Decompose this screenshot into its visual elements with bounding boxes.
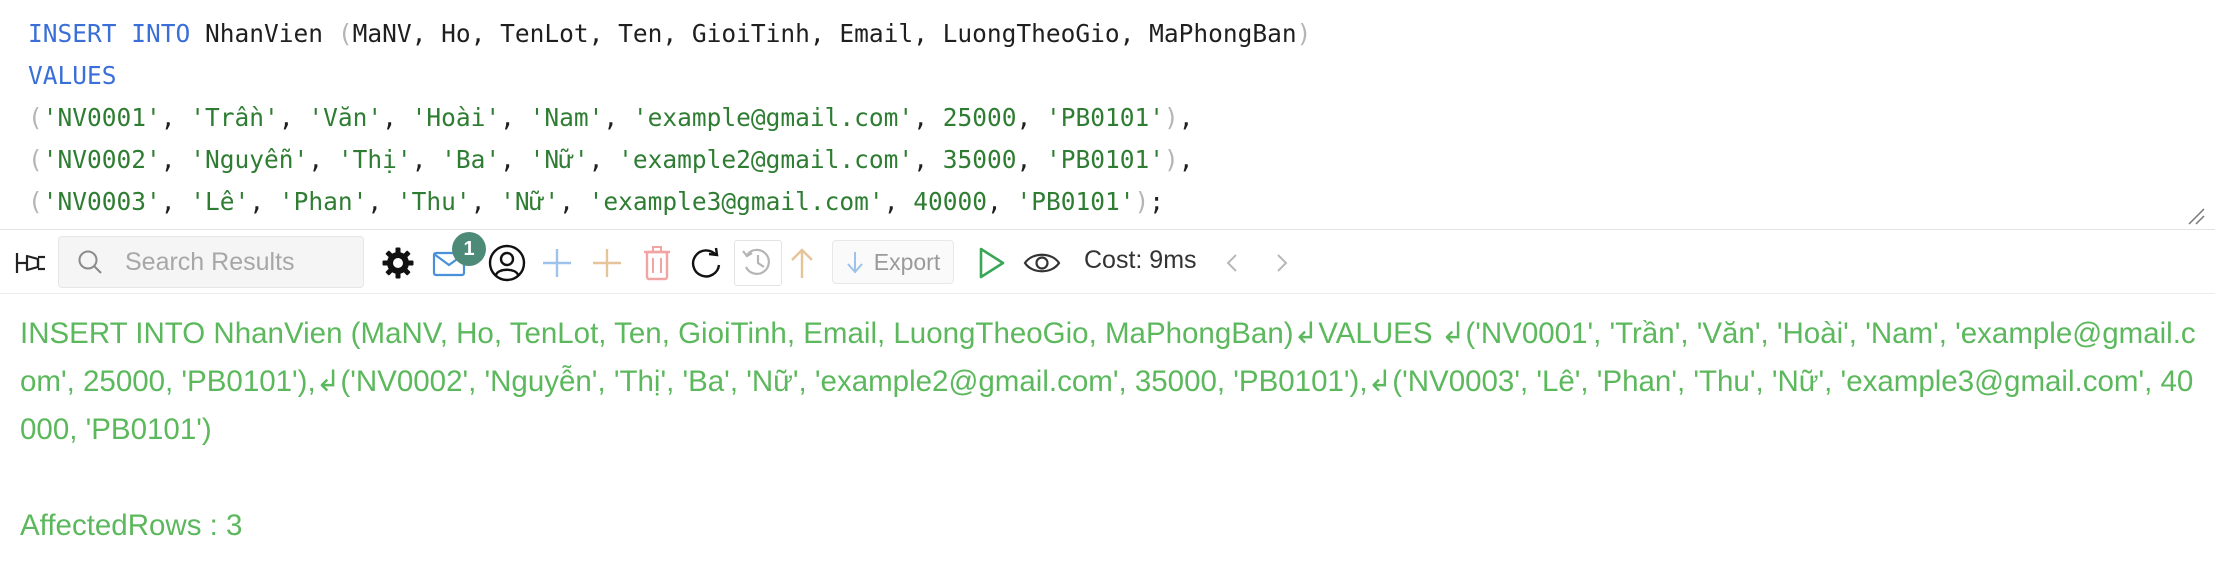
- pin-icon[interactable]: [14, 248, 48, 278]
- sep: ,: [986, 187, 1017, 216]
- keyword-insert-into: INSERT INTO: [28, 19, 191, 48]
- paren-open: (: [337, 19, 353, 48]
- code-line-row-1: ('NV0001', 'Trần', 'Văn', 'Hoài', 'Nam',…: [28, 98, 2215, 140]
- export-button[interactable]: Export: [832, 240, 954, 284]
- value-manv: 'NV0002': [42, 145, 161, 174]
- value-maphongban: 'PB0101': [1045, 103, 1164, 132]
- value-ho: 'Lê': [190, 187, 250, 216]
- value-email: 'example@gmail.com': [632, 103, 914, 132]
- sep: ,: [1016, 145, 1046, 174]
- row-end: ;: [1149, 187, 1165, 216]
- export-label: Export: [873, 248, 941, 275]
- search-icon: [78, 250, 102, 274]
- value-gioitinh: 'Nam': [529, 103, 604, 132]
- paren-close: ): [1296, 19, 1312, 48]
- value-gioitinh: 'Nữ': [500, 187, 560, 216]
- user-icon[interactable]: [488, 244, 526, 282]
- sep: ,: [160, 103, 191, 132]
- value-ten: 'Thu': [396, 187, 471, 216]
- code-line-2: VALUES: [28, 56, 2215, 98]
- up-arrow-icon[interactable]: [788, 244, 816, 282]
- sep: ,: [500, 103, 530, 132]
- paren-open: (: [28, 145, 43, 174]
- sep: ,: [160, 145, 191, 174]
- sep: ,: [1016, 103, 1046, 132]
- sep: ,: [603, 103, 633, 132]
- value-tenlot: 'Thị': [337, 145, 412, 174]
- code-line-1: INSERT INTO NhanVien (MaNV, Ho, TenLot, …: [28, 14, 2215, 56]
- value-manv: 'NV0003': [42, 187, 161, 216]
- resize-grip-icon[interactable]: [2187, 207, 2205, 225]
- value-maphongban: 'PB0101': [1045, 145, 1164, 174]
- keyword-values: VALUES: [28, 61, 117, 90]
- run-icon[interactable]: [974, 244, 1008, 282]
- affected-rows-text: AffectedRows : 3: [20, 509, 243, 542]
- value-tenlot: 'Phan': [278, 187, 368, 216]
- history-button[interactable]: [734, 240, 782, 286]
- sep: ,: [278, 103, 309, 132]
- value-email: 'example2@gmail.com': [618, 145, 914, 174]
- chevron-right-icon[interactable]: [1272, 250, 1292, 276]
- row-end: ,: [1178, 103, 1194, 132]
- sep: ,: [249, 187, 279, 216]
- sql-editor[interactable]: INSERT INTO NhanVien (MaNV, Ho, TenLot, …: [0, 0, 2215, 230]
- row-end: ,: [1178, 145, 1194, 174]
- query-cost-label: Cost: 9ms: [1084, 246, 1197, 274]
- add-row-icon[interactable]: [590, 246, 624, 280]
- result-panel: INSERT INTO NhanVien (MaNV, Ho, TenLot, …: [20, 310, 2200, 550]
- sep: ,: [411, 145, 442, 174]
- executed-sql-text: INSERT INTO NhanVien (MaNV, Ho, TenLot, …: [20, 317, 2196, 446]
- value-ten: 'Hoài': [411, 103, 501, 132]
- sep: ,: [470, 187, 501, 216]
- table-name: NhanVien: [205, 19, 324, 48]
- paren-open: (: [28, 187, 43, 216]
- sep: ,: [913, 103, 943, 132]
- value-gioitinh: 'Nữ': [529, 145, 589, 174]
- value-ho: 'Nguyễn': [190, 145, 309, 174]
- sep: ,: [160, 187, 191, 216]
- sep: ,: [883, 187, 914, 216]
- result-toolbar: 1: [0, 230, 2215, 294]
- add-icon[interactable]: [540, 246, 574, 280]
- sep: ,: [588, 145, 619, 174]
- chevron-left-icon[interactable]: [1222, 250, 1242, 276]
- value-manv: 'NV0001': [42, 103, 161, 132]
- sep: ,: [500, 145, 530, 174]
- notification-badge: 1: [452, 232, 486, 266]
- value-email: 'example3@gmail.com': [588, 187, 884, 216]
- value-ho: 'Trần': [190, 103, 279, 132]
- search-input[interactable]: [125, 247, 345, 277]
- download-icon: [846, 252, 863, 274]
- value-luong: 25000: [942, 103, 1017, 132]
- sep: ,: [559, 187, 589, 216]
- sep: ,: [913, 145, 943, 174]
- sep: ,: [308, 145, 338, 174]
- value-tenlot: 'Văn': [308, 103, 383, 132]
- value-maphongban: 'PB0101': [1016, 187, 1135, 216]
- paren-open: (: [28, 103, 43, 132]
- code-line-row-3: ('NV0003', 'Lê', 'Phan', 'Thu', 'Nữ', 'e…: [28, 182, 2215, 224]
- value-luong: 40000: [913, 187, 987, 216]
- refresh-icon[interactable]: [688, 245, 724, 281]
- value-ten: 'Ba': [441, 145, 501, 174]
- column-list: MaNV, Ho, TenLot, Ten, GioiTinh, Email, …: [352, 19, 1297, 48]
- history-icon: [742, 248, 770, 275]
- paren-close: ): [1164, 145, 1179, 174]
- code-line-row-2: ('NV0002', 'Nguyễn', 'Thị', 'Ba', 'Nữ', …: [28, 140, 2215, 182]
- delete-icon[interactable]: [640, 244, 674, 282]
- search-results-box[interactable]: [58, 236, 364, 288]
- paren-close: ): [1134, 187, 1150, 216]
- gear-icon[interactable]: [380, 245, 416, 281]
- value-luong: 35000: [942, 145, 1017, 174]
- eye-icon[interactable]: [1022, 248, 1062, 278]
- paren-close: ): [1164, 103, 1179, 132]
- sep: ,: [382, 103, 412, 132]
- sep: ,: [367, 187, 397, 216]
